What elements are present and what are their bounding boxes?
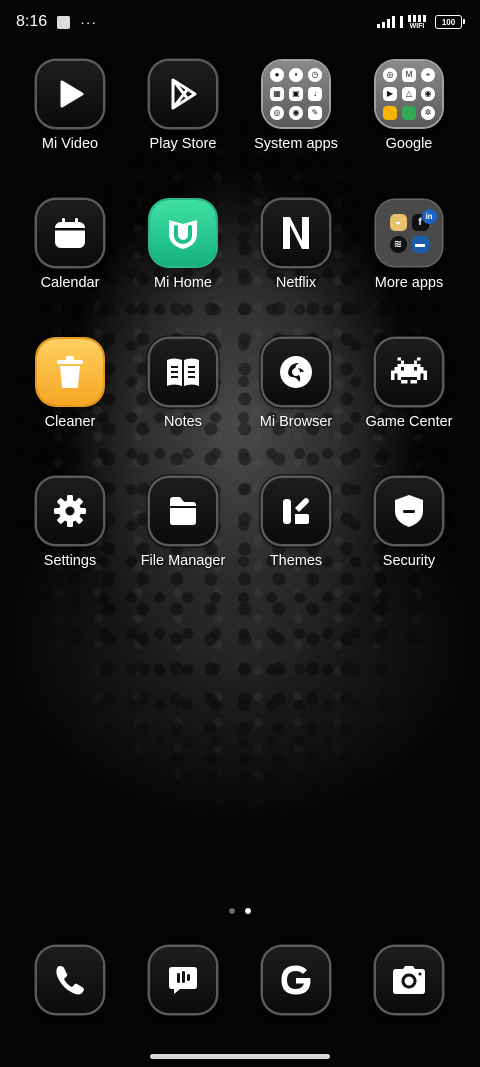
folder-more-apps[interactable]: ◒ f ≋ ▬ in More apps bbox=[352, 200, 466, 291]
app-label: Settings bbox=[43, 553, 97, 569]
maps-mini-icon: ⌖ bbox=[421, 68, 435, 82]
app-label: Mi Home bbox=[153, 275, 212, 291]
app-mi-video[interactable]: Mi Video bbox=[13, 61, 127, 152]
gear-icon bbox=[37, 478, 103, 544]
app-netflix[interactable]: Netflix bbox=[239, 200, 353, 291]
keep-mini-icon bbox=[383, 106, 397, 120]
app-label: Security bbox=[382, 553, 436, 569]
app-file-manager[interactable]: File Manager bbox=[126, 478, 240, 569]
app-label: Notes bbox=[164, 414, 202, 430]
app-label: Mi Browser bbox=[259, 414, 333, 430]
meet-mini-icon bbox=[402, 106, 416, 120]
app-calendar[interactable]: Calendar bbox=[13, 200, 127, 291]
app-mi-browser[interactable]: Mi Browser bbox=[239, 339, 353, 430]
shield-icon bbox=[376, 478, 442, 544]
dock-google[interactable] bbox=[239, 947, 353, 1013]
folder-icon: ◎ M ⌖ ▶ △ ◉ ✲ bbox=[376, 61, 442, 127]
themes-icon bbox=[263, 478, 329, 544]
folder-google[interactable]: ◎ M ⌖ ▶ △ ◉ ✲ Google bbox=[352, 61, 466, 152]
wifi-icon: WIFI bbox=[408, 14, 426, 30]
chrome-mini-icon: ◎ bbox=[383, 68, 397, 82]
folder-icon: ◒ f ≋ ▬ in bbox=[376, 200, 442, 266]
folder-label: More apps bbox=[374, 275, 444, 291]
photos-mini-icon: ✲ bbox=[421, 106, 435, 120]
food-app-mini-icon: ◒ bbox=[389, 213, 407, 231]
app-label: File Manager bbox=[140, 553, 226, 569]
app-label: Themes bbox=[269, 553, 323, 569]
google-g-icon bbox=[263, 947, 329, 1013]
scanner-mini-icon: ▣ bbox=[289, 87, 303, 101]
folder-label: System apps bbox=[254, 136, 338, 152]
contacts-mini-icon: ● bbox=[270, 68, 284, 82]
compass-mini-icon: ◎ bbox=[270, 106, 284, 120]
youtube-mini-icon: ▶ bbox=[383, 87, 397, 101]
dock-messages[interactable] bbox=[126, 947, 240, 1013]
folder-icon: ● ▪ ◷ ▦ ▣ ↓ ◎ ◉ ✎ bbox=[263, 61, 329, 127]
space-invader-icon bbox=[376, 339, 442, 405]
play-icon bbox=[37, 61, 103, 127]
app-game-center[interactable]: Game Center bbox=[352, 339, 466, 430]
signal-icon-2 bbox=[400, 16, 403, 28]
bank-app-mini-icon: ▬ bbox=[411, 235, 429, 253]
battery-level: 100 bbox=[441, 17, 456, 27]
app-notes[interactable]: Notes bbox=[126, 339, 240, 430]
status-bar: 8:16 ··· WIFI 100 bbox=[0, 0, 480, 44]
signal-icon bbox=[377, 16, 395, 28]
home-indicator[interactable] bbox=[150, 1054, 330, 1059]
camera-icon bbox=[376, 947, 442, 1013]
app-label: Cleaner bbox=[44, 414, 96, 430]
calendar-icon bbox=[37, 200, 103, 266]
notification-icon bbox=[57, 15, 71, 29]
play-store-icon bbox=[150, 61, 216, 127]
tools-mini-icon: ✎ bbox=[308, 106, 322, 120]
download-mini-icon: ↓ bbox=[308, 87, 322, 101]
folder-system-apps[interactable]: ● ▪ ◷ ▦ ▣ ↓ ◎ ◉ ✎ System apps bbox=[239, 61, 353, 152]
gmail-mini-icon: M bbox=[402, 68, 416, 82]
app-label: Netflix bbox=[275, 275, 317, 291]
dock-phone[interactable] bbox=[13, 947, 127, 1013]
messages-mini-icon: ▪ bbox=[289, 68, 303, 82]
file-icon bbox=[150, 478, 216, 544]
apps-mini-icon: ▦ bbox=[270, 87, 284, 101]
app-label: Play Store bbox=[149, 136, 217, 152]
clock: 8:16 bbox=[16, 13, 48, 30]
mi-home-icon bbox=[150, 200, 216, 266]
folder-label: Google bbox=[385, 136, 433, 152]
recorder-mini-icon: ◉ bbox=[289, 106, 303, 120]
page-dot-2[interactable] bbox=[245, 908, 251, 914]
more-notifications-icon: ··· bbox=[80, 14, 98, 30]
app-play-store[interactable]: Play Store bbox=[126, 61, 240, 152]
linkedin-mini-icon: in bbox=[421, 208, 437, 224]
phone-icon bbox=[37, 947, 103, 1013]
browser-icon bbox=[263, 339, 329, 405]
netflix-icon bbox=[263, 200, 329, 266]
clock-mini-icon: ◷ bbox=[308, 68, 322, 82]
app-settings[interactable]: Settings bbox=[13, 478, 127, 569]
app-label: Calendar bbox=[40, 275, 100, 291]
app-label: Mi Video bbox=[41, 136, 99, 152]
page-dot-1[interactable] bbox=[229, 908, 235, 914]
app-label: Game Center bbox=[365, 414, 453, 430]
app-themes[interactable]: Themes bbox=[239, 478, 353, 569]
app-cleaner[interactable]: Cleaner bbox=[13, 339, 127, 430]
spotify-mini-icon: ≋ bbox=[389, 235, 407, 253]
app-security[interactable]: Security bbox=[352, 478, 466, 569]
page-indicator bbox=[0, 908, 480, 914]
dock-camera[interactable] bbox=[352, 947, 466, 1013]
messages-icon bbox=[150, 947, 216, 1013]
music-mini-icon: ◉ bbox=[421, 87, 435, 101]
app-mi-home[interactable]: Mi Home bbox=[126, 200, 240, 291]
drive-mini-icon: △ bbox=[402, 87, 416, 101]
battery-icon: 100 bbox=[435, 15, 465, 29]
trash-icon bbox=[37, 339, 103, 405]
book-icon bbox=[150, 339, 216, 405]
